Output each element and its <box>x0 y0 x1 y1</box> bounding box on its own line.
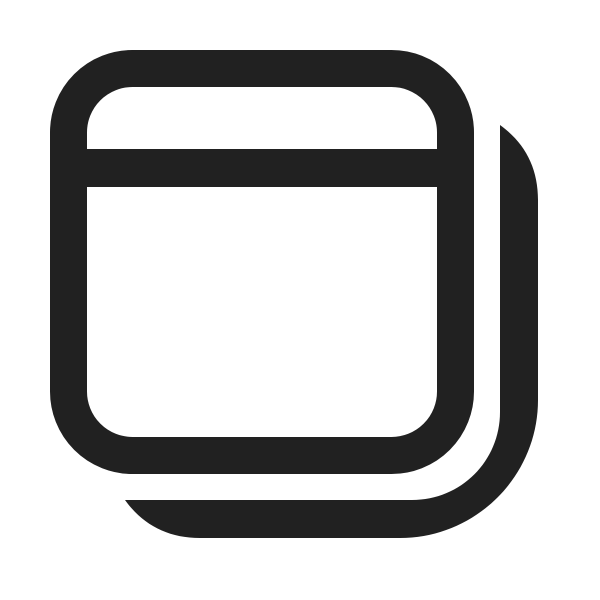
multiple-windows-icon <box>50 50 538 538</box>
icon-canvas <box>0 0 600 600</box>
front-window-frame <box>50 50 474 474</box>
title-bar-divider <box>68 149 456 187</box>
